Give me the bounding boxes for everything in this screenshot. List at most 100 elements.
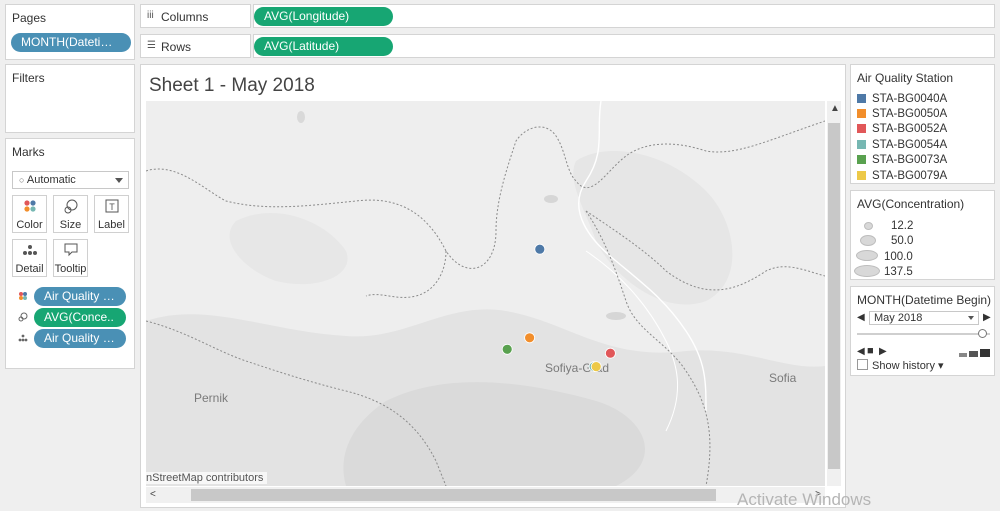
rows-pill[interactable]: AVG(Latitude) xyxy=(254,37,393,56)
detail-button-label: Detail xyxy=(15,263,44,275)
month-filter-card: MONTH(Datetime Begin) ◀ May 2018 ▶ ◀ ■ ▶… xyxy=(850,286,995,376)
mark-type-dropdown[interactable]: ○ Automatic xyxy=(12,171,129,189)
pages-month-pill[interactable]: MONTH(Datetime... xyxy=(11,33,131,52)
rows-shelf[interactable]: AVG(Latitude) xyxy=(253,34,995,58)
color-button-label: Color xyxy=(16,219,43,231)
color-legend-title: Air Quality Station xyxy=(857,71,954,85)
previous-icon[interactable]: ◀ xyxy=(857,312,865,323)
color-field-pill[interactable]: Air Quality S.. xyxy=(34,287,126,306)
vertical-scroll-thumb[interactable] xyxy=(828,123,840,469)
legend-item[interactable]: STA-BG0054A xyxy=(857,138,947,152)
columns-icon: iii xyxy=(147,10,154,21)
chevron-down-icon xyxy=(115,178,123,183)
marks-card: Marks ○ Automatic Color Size T Label Det… xyxy=(5,138,135,369)
month-slider-track[interactable] xyxy=(857,333,990,335)
speed-bars-icon[interactable] xyxy=(959,346,991,357)
horizontal-scroll-thumb[interactable] xyxy=(191,489,716,501)
legend-item[interactable]: STA-BG0073A xyxy=(857,153,947,167)
next-icon[interactable]: ▶ xyxy=(983,312,991,323)
columns-shelf[interactable]: AVG(Longitude) xyxy=(253,4,995,28)
month-select[interactable]: May 2018 xyxy=(869,311,979,325)
size-oval-medium xyxy=(860,235,876,246)
sheet-title: Sheet 1 - May 2018 xyxy=(149,75,315,96)
detail-field-icon xyxy=(18,333,32,345)
show-history-checkbox[interactable] xyxy=(857,359,868,370)
month-slider-handle[interactable] xyxy=(978,329,988,338)
columns-pill[interactable]: AVG(Longitude) xyxy=(254,7,393,26)
tooltip-bubble-icon xyxy=(54,243,87,263)
vertical-scrollbar[interactable]: ▲ xyxy=(827,101,841,486)
legend-swatch xyxy=(857,155,866,164)
station-mark-sta-bg0050a[interactable] xyxy=(524,332,536,344)
detail-field-pill[interactable]: Air Quality S.. xyxy=(34,329,126,348)
station-mark-sta-bg0079a[interactable] xyxy=(590,361,602,373)
station-mark-sta-bg0073a[interactable] xyxy=(501,343,513,355)
caret-down-icon: ▾ xyxy=(934,360,944,372)
size-legend-title: AVG(Concentration) xyxy=(857,197,965,211)
filters-card[interactable]: Filters xyxy=(5,64,135,133)
size-oval-small xyxy=(864,222,873,230)
pages-title: Pages xyxy=(12,11,47,25)
color-palette-icon xyxy=(13,199,46,219)
size-oval-xlarge xyxy=(854,265,880,277)
tooltip-button-label: Tooltip xyxy=(54,263,87,275)
legend-label: STA-BG0079A xyxy=(872,170,948,182)
rows-icon: ☰ xyxy=(147,40,156,51)
station-marks-layer xyxy=(501,243,616,373)
legend-swatch xyxy=(857,140,866,149)
legend-label: STA-BG0052A xyxy=(872,123,948,135)
legend-label: STA-BG0050A xyxy=(872,108,948,120)
size-legend-item: 12.2 xyxy=(891,220,914,232)
legend-item[interactable]: STA-BG0040A xyxy=(857,92,947,106)
legend-label: STA-BG0040A xyxy=(872,93,948,105)
step-back-icon[interactable]: ◀ xyxy=(857,346,865,357)
month-select-value: May 2018 xyxy=(874,312,923,324)
circle-icon: ○ xyxy=(19,175,25,185)
label-button-label: Label xyxy=(98,219,125,231)
svg-text:T: T xyxy=(109,202,115,212)
size-field-pill[interactable]: AVG(Conce.. xyxy=(34,308,126,327)
station-mark-sta-bg0052a[interactable] xyxy=(604,347,616,359)
legend-swatch xyxy=(857,171,866,180)
rows-label: Rows xyxy=(161,40,192,54)
station-mark-sta-bg0040a[interactable] xyxy=(534,243,546,255)
play-icon[interactable]: ▶ xyxy=(879,346,887,357)
legend-swatch xyxy=(857,109,866,118)
show-history-label[interactable]: Show history ▾ xyxy=(872,359,944,372)
color-button[interactable]: Color xyxy=(12,195,47,233)
worksheet: Sheet 1 - May 2018 Pernik Sofiya-Grad So… xyxy=(140,64,846,508)
legend-swatch xyxy=(857,124,866,133)
mark-type-value: Automatic xyxy=(26,174,76,186)
legend-item[interactable]: STA-BG0050A xyxy=(857,107,947,121)
filters-title: Filters xyxy=(12,71,45,85)
pages-card: Pages MONTH(Datetime... xyxy=(5,4,135,60)
scroll-up-icon[interactable]: ▲ xyxy=(830,103,840,114)
color-legend: Air Quality Station STA-BG0040A STA-BG00… xyxy=(850,64,995,184)
size-oval-large xyxy=(856,250,878,261)
detail-button[interactable]: Detail xyxy=(12,239,47,277)
map-view[interactable]: Pernik Sofiya-Grad Sofia nStreetMap cont… xyxy=(146,101,825,486)
label-button[interactable]: T Label xyxy=(94,195,129,233)
tooltip-button[interactable]: Tooltip xyxy=(53,239,88,277)
columns-shelf-label: iii Columns xyxy=(140,4,251,28)
legend-item[interactable]: STA-BG0079A xyxy=(857,169,947,183)
stop-icon[interactable]: ■ xyxy=(867,345,874,357)
text-label-icon: T xyxy=(95,199,128,219)
size-button-label: Size xyxy=(59,219,82,231)
color-field-icon xyxy=(18,291,32,303)
legend-label: STA-BG0073A xyxy=(872,154,948,166)
detail-dots-icon xyxy=(13,243,46,263)
legend-item[interactable]: STA-BG0052A xyxy=(857,122,947,136)
map-credit: nStreetMap contributors xyxy=(146,472,268,484)
size-field-icon xyxy=(18,312,32,324)
rows-shelf-label: ☰ Rows xyxy=(140,34,251,58)
columns-label: Columns xyxy=(161,10,209,24)
size-shapes-icon xyxy=(54,199,87,219)
size-legend-item: 50.0 xyxy=(891,235,914,247)
size-legend-item: 137.5 xyxy=(884,266,913,278)
scroll-left-icon[interactable]: < xyxy=(150,489,156,500)
size-legend-item: 100.0 xyxy=(884,251,913,263)
chevron-down-icon xyxy=(968,316,974,320)
size-button[interactable]: Size xyxy=(53,195,88,233)
horizontal-scrollbar[interactable]: < > xyxy=(146,487,825,503)
